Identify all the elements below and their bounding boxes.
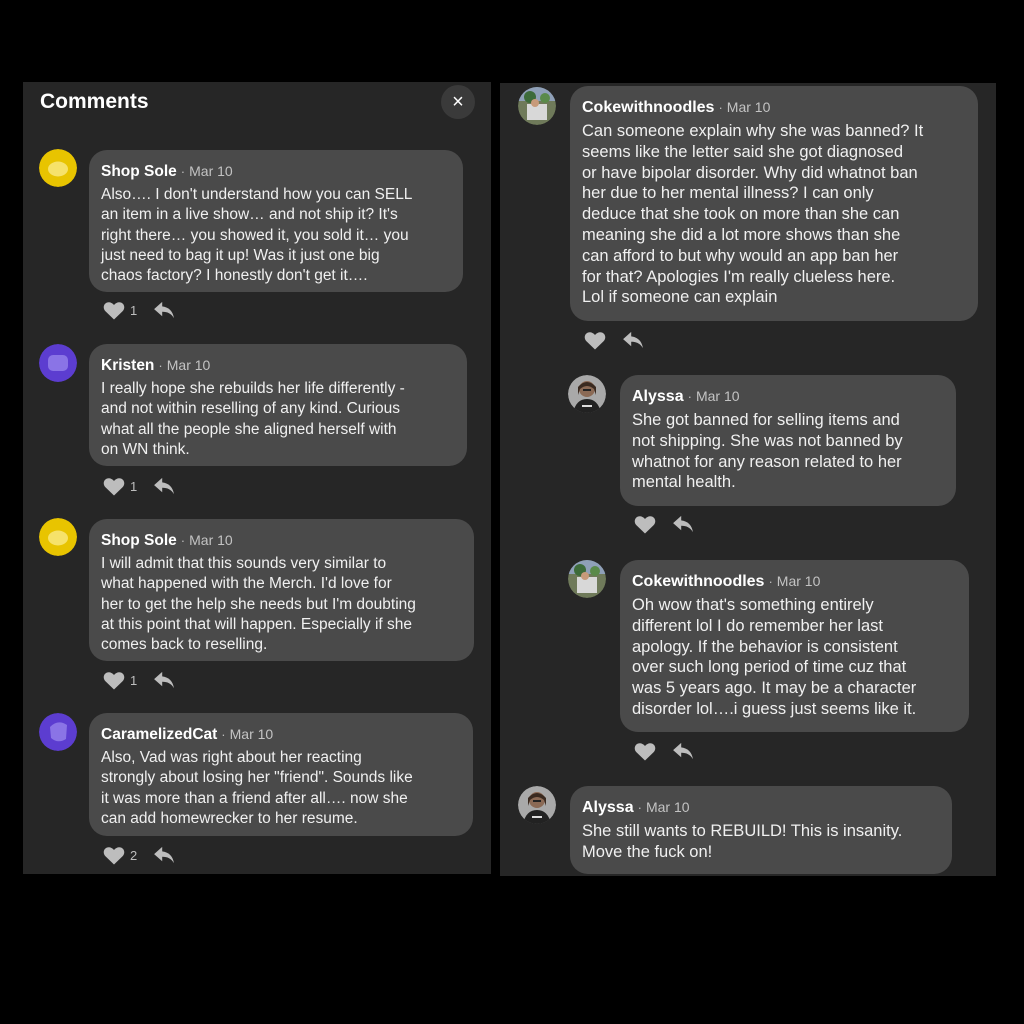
comment-meta: CaramelizedCat · Mar 10 [101,726,274,743]
purple-blob-avatar-icon [39,344,77,382]
comment-author[interactable]: Alyssa [632,388,684,405]
comment-text: She got banned for selling items and not… [632,411,903,492]
panel-title: Comments [40,90,149,113]
heart-icon [103,477,125,496]
comment-actions [584,328,644,352]
comment-meta: Kristen · Mar 10 [101,357,211,374]
comment-author[interactable]: Shop Sole [101,163,177,180]
reply-button[interactable] [153,671,175,689]
comment-date: Mar 10 [166,357,211,373]
comment-text: Also…. I don't understand how you can SE… [101,186,413,285]
comment-actions: 1 [103,474,175,498]
comment-date: Mar 10 [695,388,740,404]
comment-bubble: Cokewithnoodles · Mar 10 Can someone expla… [570,86,978,321]
comment-bubble: Cokewithnoodles · Mar 10 Oh wow that's som… [620,560,969,732]
reply-arrow-icon [154,301,175,319]
reply-arrow-icon [673,742,693,760]
comment-author[interactable]: Shop Sole [101,532,177,549]
comment-author[interactable]: Alyssa [582,799,634,816]
reply-button[interactable] [153,301,175,319]
like-button[interactable] [584,331,606,350]
reply-button[interactable] [153,846,175,864]
comment-text: I really hope she rebuilds her life diff… [101,380,405,458]
reply-arrow-icon [154,477,175,495]
comment-text: Oh wow that's something entirely differe… [632,596,917,718]
like-button[interactable]: 1 [103,477,137,496]
reply-arrow-icon [154,671,175,689]
comment-text: She still wants to REBUILD! This is insa… [582,822,903,861]
comment-bubble: Shop Sole · Mar 10 Also…. I don't understa… [89,150,463,292]
comment-meta: Alyssa · Mar 10 [582,799,690,816]
avatar[interactable] [39,518,77,556]
comment-bubble: Shop Sole · Mar 10 I will admit that this … [89,519,474,661]
avatar[interactable] [568,560,606,598]
photo-avatar-person-icon [568,375,606,413]
comment-date: Mar 10 [189,163,233,179]
heart-icon [103,671,125,690]
comment-author[interactable]: Kristen [101,357,154,374]
reply-arrow-icon [673,515,693,533]
comment-bubble: Alyssa · Mar 10 She still wants to REBUILD… [570,786,952,874]
comment-meta: Cokewithnoodles · Mar 10 [582,99,771,116]
yellow-blob-avatar-icon [39,518,77,556]
avatar[interactable] [518,786,556,824]
purple-blob-avatar-icon [39,713,77,751]
avatar[interactable] [568,375,606,413]
comment-actions: 1 [103,668,175,692]
reply-button[interactable] [622,331,644,349]
comment-actions [634,512,694,536]
comment-text: Can someone explain why she was banned? … [582,122,924,307]
avatar[interactable] [39,344,77,382]
comment-bubble: Kristen · Mar 10 I really hope she rebuild… [89,344,467,466]
heart-icon [103,301,125,320]
reply-button[interactable] [672,515,694,533]
comment-text: I will admit that this sounds very simil… [101,555,416,654]
comment-date: Mar 10 [726,99,771,115]
reply-arrow-icon [154,846,175,864]
like-button[interactable]: 1 [103,301,137,320]
comment-date: Mar 10 [189,532,233,548]
heart-icon [634,515,656,534]
like-button[interactable]: 2 [103,846,137,865]
comment-actions [634,739,694,763]
comment-thread-panel: Cokewithnoodles · Mar 10 Can someone expla… [500,83,996,876]
comment-bubble: CaramelizedCat · Mar 10 Also, Vad was righ… [89,713,473,836]
comment-author[interactable]: Cokewithnoodles [582,99,714,116]
like-button[interactable] [634,515,656,534]
like-count: 1 [130,302,138,318]
comment-meta: Shop Sole · Mar 10 [101,532,233,549]
like-count: 2 [130,847,138,863]
heart-icon [103,846,125,865]
comment-actions: 2 [103,843,175,867]
like-button[interactable] [634,742,656,761]
heart-icon [634,742,656,761]
like-button[interactable]: 1 [103,671,137,690]
photo-avatar-person-icon [518,786,556,824]
comment-date: Mar 10 [776,573,821,589]
comment-actions: 1 [103,298,175,322]
like-count: 1 [130,672,138,688]
reply-button[interactable] [153,477,175,495]
comment-author[interactable]: CaramelizedCat [101,726,217,743]
comments-panel: Comments × Shop Sole · Mar 10 Also…. I don… [23,82,491,874]
comment-date: Mar 10 [229,726,274,742]
reply-button[interactable] [672,742,694,760]
avatar[interactable] [39,713,77,751]
comment-meta: Alyssa · Mar 10 [632,388,740,405]
comment-date: Mar 10 [645,799,690,815]
avatar[interactable] [39,149,77,187]
photo-avatar-outdoor-icon [568,560,606,598]
comment-bubble: Alyssa · Mar 10 She got banned for selling… [620,375,956,506]
photo-avatar-outdoor-icon [518,87,556,125]
comment-meta: Shop Sole · Mar 10 [101,163,233,180]
close-button[interactable]: × [441,85,475,119]
comment-text: Also, Vad was right about her reacting s… [101,749,413,827]
reply-arrow-icon [623,331,643,349]
like-count: 1 [130,478,138,494]
avatar[interactable] [518,87,556,125]
yellow-blob-avatar-icon [39,149,77,187]
comment-meta: Cokewithnoodles · Mar 10 [632,573,821,590]
comment-author[interactable]: Cokewithnoodles [632,573,764,590]
heart-icon [584,331,606,350]
